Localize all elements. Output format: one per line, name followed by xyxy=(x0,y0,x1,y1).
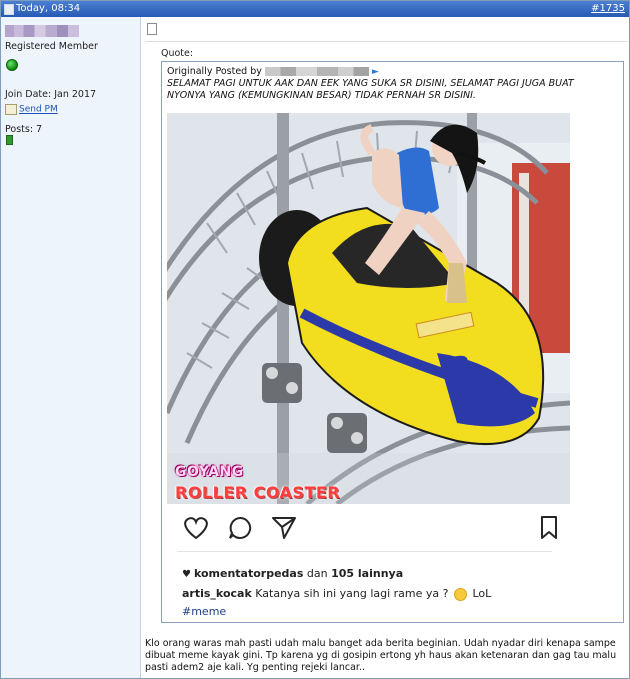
instagram-panel: ♥ komentatorpedas dan 105 lainnya artis_k… xyxy=(167,504,570,621)
join-date: Join Date: Jan 2017 xyxy=(5,89,97,100)
pencil-icon xyxy=(5,104,17,115)
meme-image[interactable]: 3 GOYANG ROLLER COASTER xyxy=(167,113,570,504)
post-icon xyxy=(4,4,14,15)
post-count: Posts: 7 xyxy=(5,124,43,135)
caption-end: LoL xyxy=(469,587,492,600)
user-info-sidebar: Registered Member Join Date: Jan 2017 Se… xyxy=(1,17,141,678)
originally-posted-label: Originally Posted by xyxy=(167,66,262,77)
reputation-icon xyxy=(6,135,13,145)
likes-connector: dan xyxy=(303,567,332,580)
meme-caption-top: GOYANG xyxy=(175,464,244,480)
post-timestamp: Today, 08:34 xyxy=(16,3,81,14)
bookmark-icon[interactable] xyxy=(539,515,559,541)
heart-small-icon: ♥ xyxy=(182,569,191,580)
post-container: Today, 08:34 #1735 Registered Member Joi… xyxy=(0,0,630,679)
laughing-emoji-icon xyxy=(454,587,467,601)
likes-line: ♥ komentatorpedas dan 105 lainnya xyxy=(182,567,403,580)
user-title: Registered Member xyxy=(5,41,98,52)
caption-text: Katanya sih ini yang lagi rame ya ? xyxy=(251,587,452,600)
liker-username[interactable]: komentatorpedas xyxy=(194,567,303,580)
send-pm-link[interactable]: Send PM xyxy=(5,104,58,115)
divider xyxy=(145,41,627,42)
post-header: Today, 08:34 #1735 xyxy=(1,1,629,17)
svg-text:3: 3 xyxy=(452,352,470,382)
quoted-username-blurred xyxy=(264,67,369,76)
meme-caption-bottom: ROLLER COASTER xyxy=(175,483,341,502)
roller-coaster-photo: 3 xyxy=(167,113,570,504)
send-pm-label[interactable]: Send PM xyxy=(19,105,58,115)
post-content: Quote: Originally Posted by ► SELAMAT PA… xyxy=(141,17,629,678)
heart-icon[interactable] xyxy=(182,516,210,540)
share-icon[interactable] xyxy=(271,516,297,540)
quote-text: SELAMAT PAGI UNTUK AAK DAN EEK YANG SUKA… xyxy=(167,78,574,101)
online-status-icon xyxy=(6,59,18,71)
quote-label: Quote: xyxy=(161,48,194,59)
likes-count[interactable]: 105 lainnya xyxy=(331,567,403,580)
comment-icon[interactable] xyxy=(227,515,253,541)
hashtag-link[interactable]: #meme xyxy=(182,605,226,618)
post-body-text: Klo orang waras mah pasti udah malu bang… xyxy=(145,638,617,673)
post-number-link[interactable]: #1735 xyxy=(591,3,625,14)
document-icon xyxy=(147,23,157,35)
caption-username[interactable]: artis_kocak xyxy=(182,587,252,600)
instagram-divider xyxy=(177,551,552,552)
view-post-arrow-icon[interactable]: ► xyxy=(372,67,379,77)
quote-box: Originally Posted by ► SELAMAT PAGI UNTU… xyxy=(161,61,624,623)
originally-posted-by: Originally Posted by ► xyxy=(167,66,379,77)
instagram-caption: artis_kocak Katanya sih ini yang lagi ra… xyxy=(182,587,491,601)
username-blurred[interactable] xyxy=(5,25,79,37)
